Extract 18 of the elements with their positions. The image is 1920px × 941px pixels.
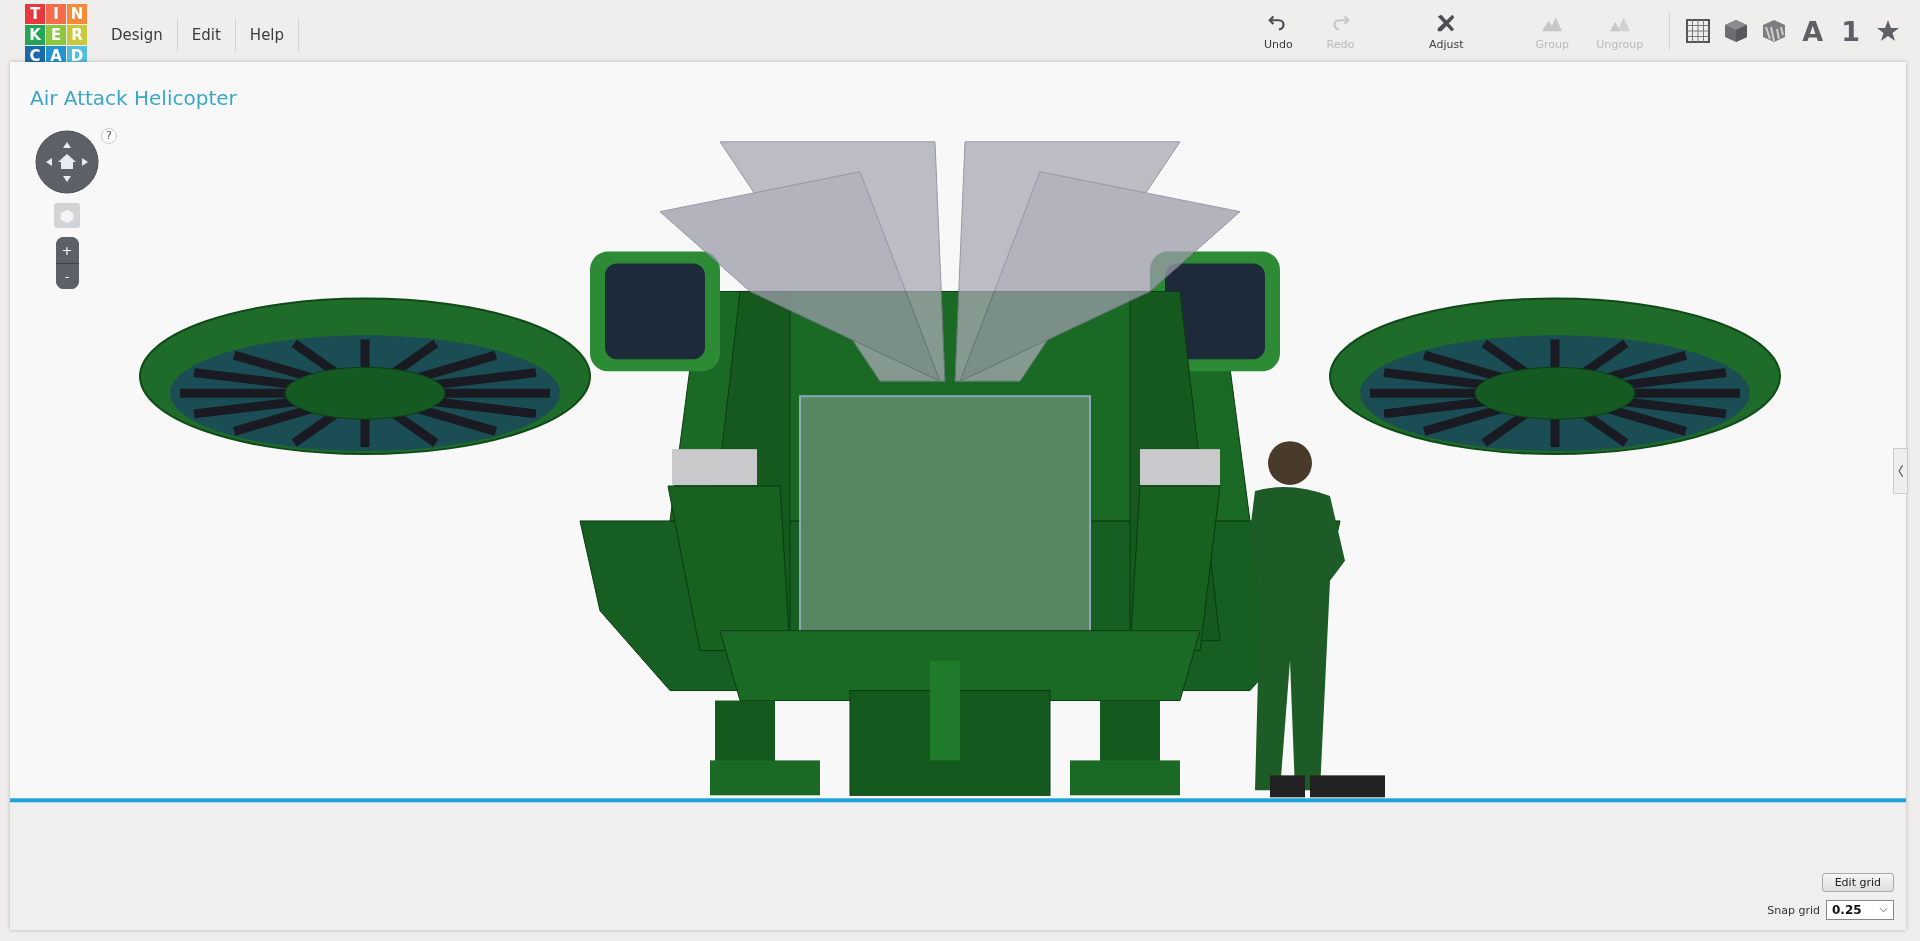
menu-item[interactable]: Help [235,18,300,52]
chevron-left-icon [1897,463,1904,479]
view-cube-nav-control[interactable] [35,130,99,194]
adjust-button[interactable]: Adjust [1422,11,1471,51]
zoom-out-button[interactable]: - [55,263,79,289]
menu-item[interactable]: Design [97,18,178,52]
grid-icon[interactable] [1684,17,1713,45]
snap-grid-label: Snap grid [1767,903,1820,917]
help-button[interactable]: ? [101,128,117,144]
edit-grid-button[interactable]: Edit grid [1821,873,1894,892]
chevron-down-icon [1879,907,1888,913]
view-option-button[interactable]: A [1798,15,1828,47]
view-option-button[interactable]: 1 [1837,15,1864,47]
tinkercad-logo[interactable]: T I N K E R C A D [25,4,87,66]
snap-grid-dropdown[interactable]: 0.25 [1826,900,1894,920]
undo-button[interactable]: Undo [1254,11,1303,51]
menu-item[interactable]: Edit [177,18,236,52]
collapse-panel-tab[interactable] [1893,448,1908,494]
